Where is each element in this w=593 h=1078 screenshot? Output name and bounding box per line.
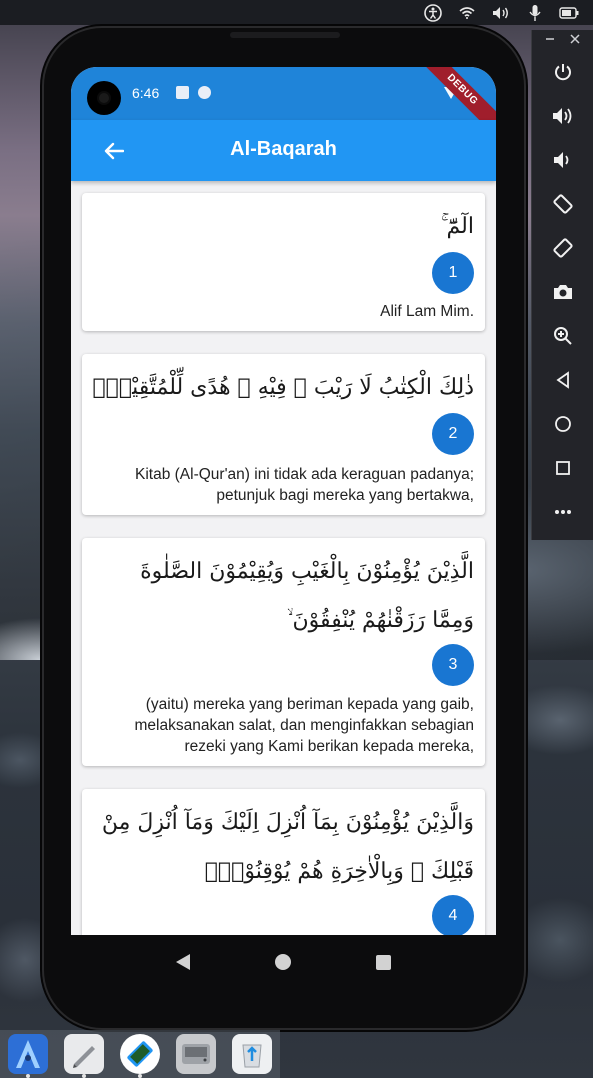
close-icon[interactable]	[570, 33, 580, 47]
verse-arabic: قَبْلِكَ ۚ وَبِالْاٰخِرَةِ هُمْ يُوْقِنُ…	[204, 859, 474, 884]
disk-icon[interactable]	[176, 1034, 216, 1074]
verse-number-badge: 3	[432, 644, 474, 686]
verse-number-badge: 4	[432, 895, 474, 935]
app-bar: Al-Baqarah	[71, 120, 496, 181]
rotate-left-icon[interactable]	[532, 186, 593, 222]
status-bar: 6:46 DEBUG	[71, 67, 496, 146]
verse-arabic: ذٰلِكَ الْكِتٰبُ لَا رَيْبَ ۛ فِيْهِ ۛ ه…	[92, 375, 474, 400]
verse-arabic: وَالَّذِيْنَ يُؤْمِنُوْنَ بِمَآ اُنْزِلَ…	[101, 810, 474, 835]
minimize-icon[interactable]	[545, 33, 555, 47]
volume-down-icon[interactable]	[532, 142, 593, 178]
phone-screen: 6:46 DEBUG Al-Baqarah الٓمّٓ ۚ 1 Alif La…	[71, 67, 496, 935]
recycle-bin-icon[interactable]	[232, 1034, 272, 1074]
status-time: 6:46	[132, 85, 160, 101]
notification-a-icon	[176, 86, 189, 99]
battery-icon[interactable]	[559, 4, 579, 22]
verse-arabic: الٓمّٓ ۚ	[441, 214, 474, 239]
nav-back-icon[interactable]	[175, 954, 190, 970]
front-camera-icon	[87, 81, 121, 115]
running-indicator	[26, 1074, 30, 1078]
emulator-control-panel	[531, 30, 593, 540]
notification-f-icon	[198, 86, 211, 99]
verse-translation: (yaitu) mereka yang beriman kepada yang …	[134, 696, 474, 755]
verse-translation: Alif Lam Mim.	[380, 303, 474, 320]
volume-icon[interactable]	[491, 4, 511, 22]
nav-recents-icon[interactable]	[376, 954, 392, 970]
wifi-icon[interactable]	[457, 4, 477, 22]
overview-icon[interactable]	[532, 450, 593, 486]
nav-home-icon[interactable]	[274, 954, 291, 970]
power-icon[interactable]	[532, 54, 593, 90]
system-top-bar	[0, 0, 593, 25]
more-icon[interactable]	[532, 494, 593, 530]
verse-card[interactable]: وَالَّذِيْنَ يُؤْمِنُوْنَ بِمَآ اُنْزِلَ…	[82, 789, 485, 935]
emulator-icon[interactable]	[120, 1034, 160, 1078]
zoom-icon[interactable]	[532, 318, 593, 354]
back-icon[interactable]	[532, 362, 593, 398]
verse-arabic: وَمِمَّا رَزَقْنٰهُمْ يُنْفِقُوْنَ ۙ	[286, 608, 474, 633]
verse-number-badge: 1	[432, 252, 474, 294]
camera-icon[interactable]	[532, 274, 593, 310]
running-indicator	[82, 1074, 86, 1078]
verse-card[interactable]: الٓمّٓ ۚ 1 Alif Lam Mim.	[82, 193, 485, 331]
verse-card[interactable]: ذٰلِكَ الْكِتٰبُ لَا رَيْبَ ۛ فِيْهِ ۛ ه…	[82, 354, 485, 515]
home-icon[interactable]	[532, 406, 593, 442]
text-editor-icon[interactable]	[64, 1034, 104, 1078]
verse-number-badge: 2	[432, 413, 474, 455]
page-title: Al-Baqarah	[230, 138, 337, 160]
android-studio-icon[interactable]	[8, 1034, 48, 1078]
accessibility-icon[interactable]	[423, 3, 443, 22]
microphone-icon[interactable]	[525, 4, 545, 22]
verse-card[interactable]: الَّذِيْنَ يُؤْمِنُوْنَ بِالْغَيْبِ وَيُ…	[82, 538, 485, 766]
volume-up-icon[interactable]	[532, 98, 593, 134]
phone-speaker-grille	[230, 32, 340, 38]
verse-arabic: الَّذِيْنَ يُؤْمِنُوْنَ بِالْغَيْبِ وَيُ…	[140, 559, 474, 584]
rotate-right-icon[interactable]	[532, 230, 593, 266]
verse-translation: Kitab (Al-Qur'an) ini tidak ada keraguan…	[135, 466, 474, 504]
verse-list[interactable]: الٓمّٓ ۚ 1 Alif Lam Mim. ذٰلِكَ الْكِتٰب…	[71, 181, 496, 935]
running-indicator	[138, 1074, 142, 1078]
taskbar-dock	[0, 1030, 280, 1078]
android-navigation-bar	[71, 935, 496, 989]
